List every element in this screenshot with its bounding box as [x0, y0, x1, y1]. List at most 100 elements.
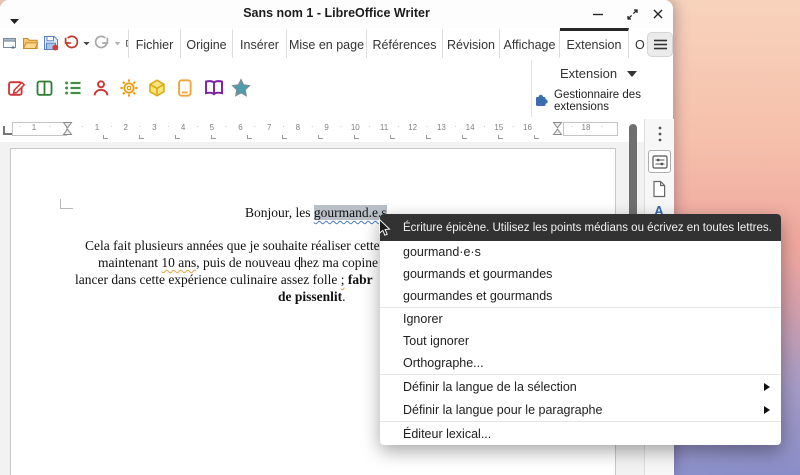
menu-icon[interactable]: [647, 32, 673, 57]
ruler-number: 1: [32, 123, 36, 132]
ruler-tick: ·: [196, 122, 199, 131]
submenu-arrow-icon: [764, 406, 770, 414]
tabstop-mark: [211, 135, 216, 139]
extension-manager-button[interactable]: Gestionnaire des extensions: [534, 89, 673, 113]
menu-item-orthographe-[interactable]: Orthographe...: [380, 352, 781, 374]
ruler-tick: ·: [225, 122, 228, 131]
doc-grammar-flagged-text: 10 ans: [161, 255, 196, 270]
menu-item-gourmandes-et-gourmands[interactable]: gourmandes et gourmands: [380, 285, 781, 307]
ruler-tick: ·: [483, 122, 486, 131]
menu-item-définir-la-langue-pour-le-paragraphe[interactable]: Définir la langue pour le paragraphe: [380, 398, 781, 421]
doc-selected-word[interactable]: gourmand.e.s: [314, 205, 387, 220]
tab-row: FichierOrigineInsérerMise en pageRéféren…: [128, 28, 647, 58]
restore-button[interactable]: [623, 5, 641, 23]
tab-origine[interactable]: Origine: [181, 28, 233, 58]
undo-icon[interactable]: [63, 33, 79, 53]
tabstop-mark: [498, 135, 503, 139]
kebab-icon[interactable]: [654, 126, 666, 142]
tab-insérer[interactable]: Insérer: [233, 28, 287, 58]
ruler-number: 16: [523, 123, 532, 132]
doc-text: Cela fait plusieurs années que je souhai…: [85, 238, 380, 253]
doc-text: maintenant: [98, 255, 161, 270]
ruler-tick: ·: [110, 122, 113, 131]
extension-dropdown[interactable]: Extension: [560, 66, 637, 81]
ruler-tick: ·: [601, 122, 604, 131]
tab-extension[interactable]: Extension: [560, 28, 629, 58]
toolbar-separator: [531, 60, 532, 117]
tabstop-mark: [139, 135, 144, 139]
ruler-number: 12: [408, 123, 417, 132]
tabstop-mark: [534, 135, 539, 139]
tabstop-mark: [354, 135, 359, 139]
menu-item-gourmands-et-gourmandes[interactable]: gourmands et gourmandes: [380, 263, 781, 285]
doc-para-line3: lancer dans cette expérience culinaire a…: [75, 272, 373, 288]
puzzle-icon: [534, 93, 549, 110]
tabstop-mark: [282, 135, 287, 139]
doc-grammar-flagged-text: ;: [341, 272, 345, 287]
indent-marker-icon[interactable]: [62, 121, 73, 141]
minimize-button[interactable]: [589, 5, 607, 23]
tablet-icon[interactable]: [175, 78, 195, 98]
doc-text: .: [342, 289, 345, 304]
gear-icon[interactable]: [119, 78, 139, 98]
context-menu-header: Écriture épicène. Utilisez les points mé…: [380, 214, 781, 241]
indent-marker-icon[interactable]: [552, 121, 563, 141]
extension-dropdown-label: Extension: [560, 66, 617, 81]
dropdown-icon-disabled[interactable]: [114, 33, 121, 53]
save-icon[interactable]: [43, 33, 59, 53]
text-cursor: [299, 257, 300, 270]
dropdown-icon[interactable]: [83, 33, 90, 53]
doc-para-line1: Cela fait plusieurs années que je souhai…: [85, 238, 380, 254]
ruler-number: 6: [238, 123, 242, 132]
columns-icon[interactable]: [35, 78, 55, 98]
ruler-number: 11: [380, 123, 388, 132]
tab-révision[interactable]: Révision: [443, 28, 500, 58]
submenu-arrow-icon: [764, 383, 770, 391]
menu-item-ignorer[interactable]: Ignorer: [380, 308, 781, 330]
window-title: Sans nom 1 - LibreOffice Writer: [0, 6, 673, 20]
extension-manager-label: Gestionnaire des extensions: [554, 89, 673, 113]
editor-icon[interactable]: [7, 78, 27, 98]
titlebar: Sans nom 1 - LibreOffice Writer: [0, 0, 673, 29]
ruler-tick: ·: [81, 122, 84, 131]
open-icon[interactable]: [22, 33, 39, 53]
tab-type-selector-icon[interactable]: [3, 126, 12, 135]
menu-item-gourmand-e-s[interactable]: gourmand·e·s: [380, 241, 781, 263]
tab-références[interactable]: Références: [367, 28, 443, 58]
chevron-down-icon: [627, 71, 637, 77]
person-icon[interactable]: [91, 78, 111, 98]
tab-mise-en-page[interactable]: Mise en page: [287, 28, 367, 58]
spellcheck-context-menu: Écriture épicène. Utilisez les points mé…: [380, 214, 781, 445]
properties-icon[interactable]: [648, 150, 671, 173]
context-menu-items: gourmand·e·sgourmands et gourmandesgourm…: [380, 241, 781, 445]
tab-fichier[interactable]: Fichier: [128, 28, 181, 58]
menu-item-tout-ignorer[interactable]: Tout ignorer: [380, 330, 781, 352]
ruler-number: 9: [324, 123, 328, 132]
menu-item-éditeur-lexical-[interactable]: Éditeur lexical...: [380, 422, 781, 445]
cube-icon[interactable]: [147, 78, 167, 98]
ruler-tick: ·: [426, 122, 429, 131]
screen: Sans nom 1 - LibreOffice Writer FichierO…: [0, 0, 800, 475]
list-icon[interactable]: [63, 78, 83, 98]
ruler-number: 10: [351, 123, 360, 132]
ruler-tick: ·: [397, 122, 400, 131]
doc-bold-text: fabr: [348, 272, 373, 287]
ruler-number: 14: [466, 123, 475, 132]
book-icon[interactable]: [203, 78, 223, 98]
redo-icon[interactable]: [94, 33, 110, 53]
new-window-icon[interactable]: [3, 33, 18, 53]
doc-para-line4: de pissenlit.: [278, 289, 346, 305]
doc-heading-line: Bonjour, les gourmand.e.s: [245, 205, 387, 221]
tab-affichage[interactable]: Affichage: [500, 28, 560, 58]
page-icon[interactable]: [651, 179, 667, 198]
ruler-tick: ·: [49, 122, 52, 131]
tab-o[interactable]: O: [629, 28, 647, 58]
menu-item-définir-la-langue-de-la-sélection[interactable]: Définir la langue de la sélection: [380, 375, 781, 398]
ruler-number: 15: [494, 123, 503, 132]
toolbar-icons: [7, 78, 251, 98]
ruler-number: 7: [267, 123, 271, 132]
close-button[interactable]: [649, 5, 667, 23]
ruler-number: 8: [296, 123, 300, 132]
star-icon[interactable]: [231, 78, 251, 98]
ruler-tick: ·: [254, 122, 257, 131]
